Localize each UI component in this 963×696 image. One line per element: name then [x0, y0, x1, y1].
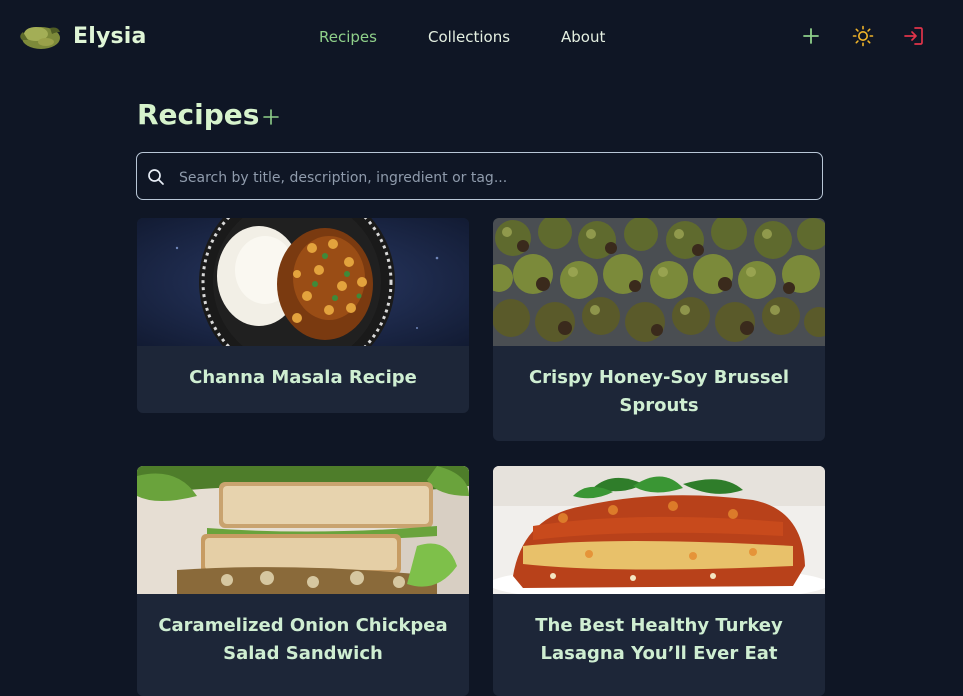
- nav-collections[interactable]: Collections: [428, 28, 510, 46]
- recipe-card[interactable]: The Best Healthy Turkey Lasagna You’ll E…: [493, 466, 825, 696]
- login-icon[interactable]: [902, 24, 926, 48]
- logo-icon[interactable]: [16, 18, 64, 52]
- nav-about[interactable]: About: [561, 28, 605, 46]
- nav-recipes[interactable]: Recipes: [319, 28, 377, 46]
- brand-name[interactable]: Elysia: [73, 24, 147, 49]
- recipe-card[interactable]: Channa Masala Recipe: [137, 218, 469, 413]
- top-nav: Elysia Recipes Collections About: [0, 0, 963, 76]
- plus-icon[interactable]: [799, 24, 823, 48]
- recipe-image: [493, 218, 825, 346]
- page-title: Recipes: [137, 98, 260, 131]
- search-box[interactable]: [136, 152, 823, 200]
- sun-icon[interactable]: [851, 24, 875, 48]
- recipe-title[interactable]: Crispy Honey-Soy Brussel Sprouts: [505, 364, 813, 420]
- recipe-card[interactable]: Caramelized Onion Chickpea Salad Sandwic…: [137, 466, 469, 696]
- search-icon: [148, 169, 164, 185]
- recipe-image: [137, 466, 469, 594]
- add-recipe-icon[interactable]: [261, 107, 281, 127]
- recipe-title[interactable]: Caramelized Onion Chickpea Salad Sandwic…: [149, 612, 457, 668]
- search-input[interactable]: [177, 165, 801, 191]
- recipe-image: [493, 466, 825, 594]
- recipe-title[interactable]: Channa Masala Recipe: [149, 364, 457, 392]
- recipe-image: [137, 218, 469, 346]
- recipe-title[interactable]: The Best Healthy Turkey Lasagna You’ll E…: [505, 612, 813, 668]
- recipe-card[interactable]: Crispy Honey-Soy Brussel Sprouts: [493, 218, 825, 441]
